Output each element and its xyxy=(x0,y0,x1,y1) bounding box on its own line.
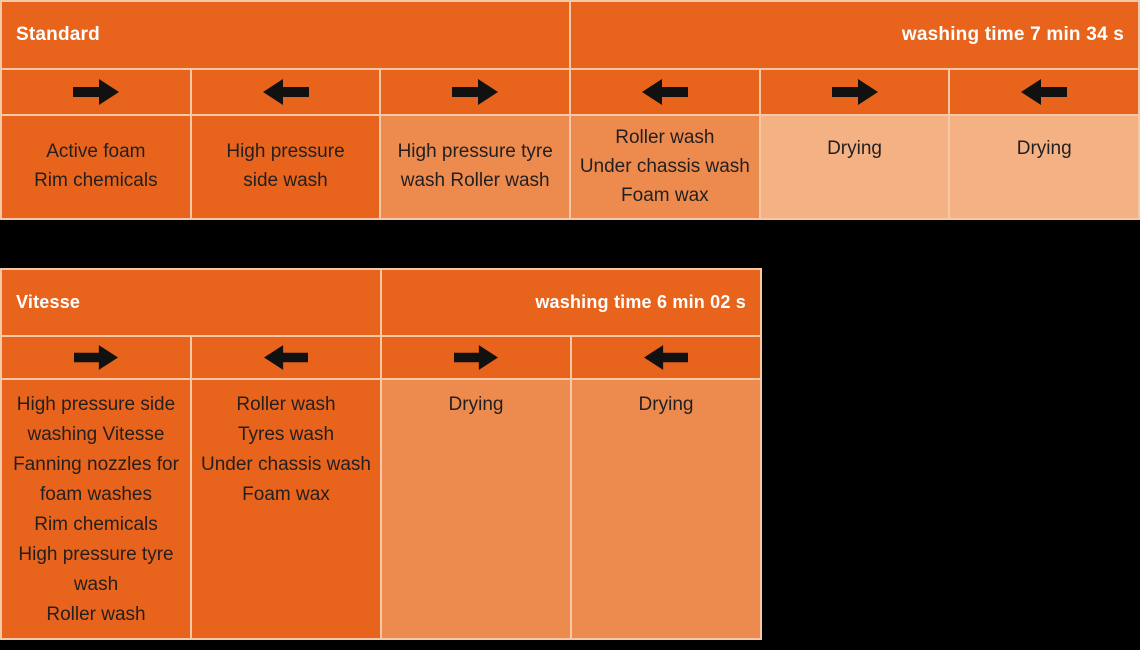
wash-program-table-standard: Standard washing time 7 min 34 s Active … xyxy=(0,0,1140,220)
step-line: Drying xyxy=(1016,138,1072,159)
step-line: Foam wax xyxy=(621,184,709,206)
direction-arrow-row xyxy=(2,336,762,380)
program-step-cell: Roller wash Tyres wash Under chassis was… xyxy=(192,380,382,640)
step-line: Fanning nozzles for xyxy=(13,454,179,475)
direction-cell-1 xyxy=(2,70,192,116)
program-step-cell: Drying xyxy=(760,116,951,220)
arrow-left-icon xyxy=(644,344,688,370)
program-title-text: Vitesse xyxy=(16,291,81,312)
step-line: Drying xyxy=(448,394,504,415)
step-line: High pressure tyre xyxy=(397,141,553,162)
direction-cell-5 xyxy=(760,70,951,116)
step-line: Under chassis wash xyxy=(200,454,372,475)
arrow-left-icon xyxy=(1021,79,1068,105)
program-step-cell: High pressure side washing Vitesse Fanni… xyxy=(2,380,192,640)
step-line: High pressure side xyxy=(16,394,176,415)
program-title-standard: Standard xyxy=(2,2,571,70)
arrow-right-icon xyxy=(454,344,498,370)
table-header-row: Standard washing time 7 min 34 s xyxy=(2,2,1140,70)
step-line: Roller wash xyxy=(236,394,336,415)
program-step-cell: Drying xyxy=(950,116,1140,220)
arrow-left-icon xyxy=(262,79,309,105)
step-line: wash xyxy=(73,574,119,595)
step-line: side wash xyxy=(243,170,328,191)
direction-cell-2 xyxy=(192,336,382,380)
wash-program-table-vitesse: Vitesse washing time 6 min 02 s High pre… xyxy=(0,268,762,640)
direction-cell-2 xyxy=(191,70,382,116)
program-step-cell: Active foam Rim chemicals xyxy=(2,116,192,220)
program-title-vitesse: Vitesse xyxy=(2,270,382,337)
arrow-left-icon xyxy=(264,344,308,370)
step-line: washing Vitesse xyxy=(27,424,165,445)
direction-arrow-row xyxy=(2,70,1140,116)
program-step-cell: Roller wash Under chassis wash Foam wax xyxy=(571,116,761,220)
step-line: High pressure tyre xyxy=(18,544,174,565)
direction-cell-3 xyxy=(381,70,572,116)
washing-time-standard: washing time 7 min 34 s xyxy=(571,2,1140,70)
step-line: High pressure xyxy=(226,141,345,162)
step-line: Active foam xyxy=(46,141,146,162)
program-step-cell: Drying xyxy=(572,380,762,640)
washing-time-text: washing time 6 min 02 s xyxy=(535,291,746,312)
step-line: Roller wash xyxy=(615,126,715,148)
arrow-right-icon xyxy=(452,79,499,105)
arrow-right-icon xyxy=(74,344,118,370)
step-line: Under chassis wash xyxy=(579,155,750,177)
step-line: Roller wash xyxy=(46,604,146,625)
direction-cell-4 xyxy=(572,336,762,380)
step-line: Drying xyxy=(638,394,694,415)
step-line: Rim chemicals xyxy=(34,514,158,535)
table-header-row: Vitesse washing time 6 min 02 s xyxy=(2,270,762,337)
program-step-cell: High pressure side wash xyxy=(191,116,382,220)
washing-time-vitesse: washing time 6 min 02 s xyxy=(382,270,762,337)
washing-time-text: washing time 7 min 34 s xyxy=(901,24,1124,45)
step-line: Tyres wash xyxy=(237,424,335,445)
arrow-right-icon xyxy=(831,79,878,105)
direction-cell-3 xyxy=(382,336,572,380)
direction-cell-4 xyxy=(571,70,761,116)
step-line: foam washes xyxy=(40,484,152,505)
program-step-row: Active foam Rim chemicals High pressure … xyxy=(2,116,1140,220)
program-step-cell: Drying xyxy=(382,380,572,640)
step-line: wash Roller wash xyxy=(400,170,550,191)
step-line: Rim chemicals xyxy=(34,170,158,191)
step-line: Foam wax xyxy=(242,484,330,505)
program-title-text: Standard xyxy=(16,24,100,45)
direction-cell-6 xyxy=(950,70,1140,116)
program-step-row: High pressure side washing Vitesse Fanni… xyxy=(2,380,762,640)
arrow-right-icon xyxy=(72,79,119,105)
program-step-cell: High pressure tyre wash Roller wash xyxy=(381,116,572,220)
arrow-left-icon xyxy=(641,79,688,105)
step-line: Drying xyxy=(827,138,882,159)
direction-cell-1 xyxy=(2,336,192,380)
